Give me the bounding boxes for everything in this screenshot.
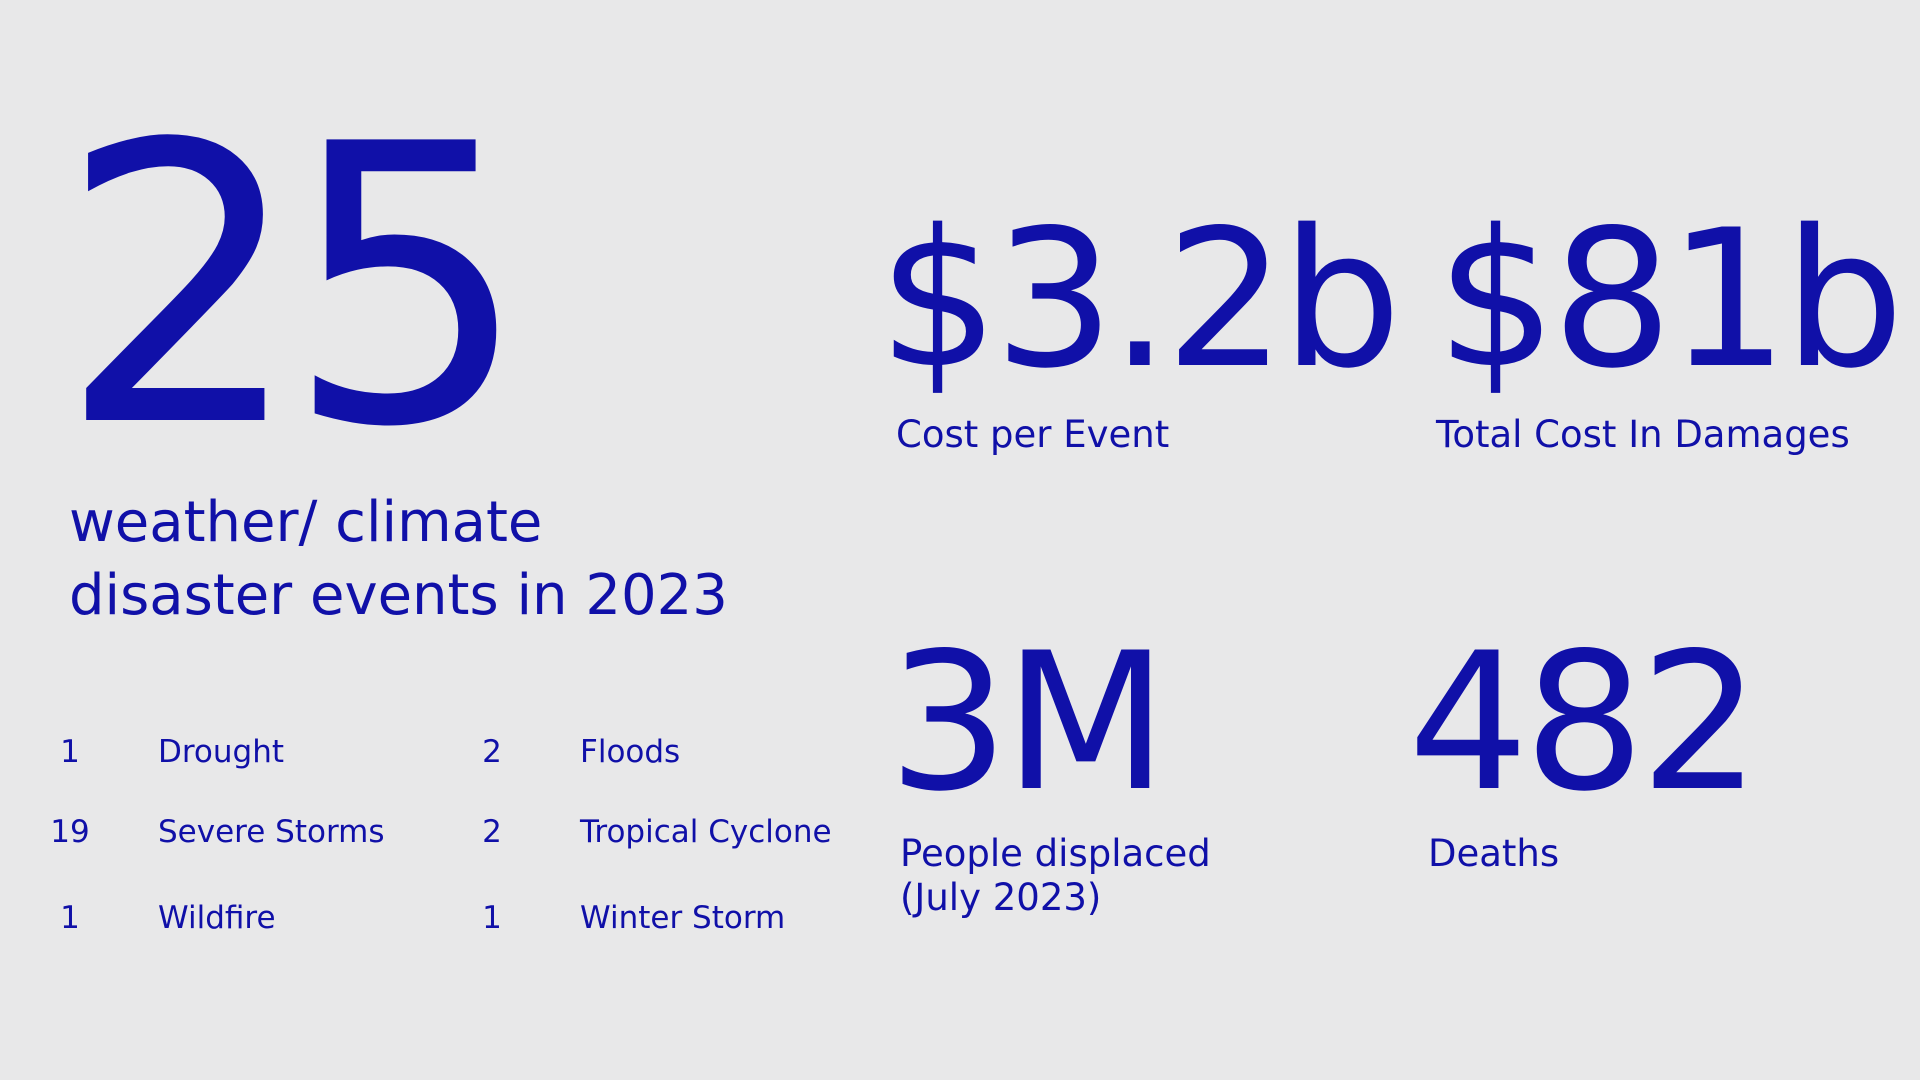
breakdown-count: 2 (482, 734, 502, 770)
breakdown-label: Drought (158, 734, 285, 770)
total-events-number: 25 (58, 63, 530, 511)
breakdown-label: Winter Storm (580, 900, 786, 936)
breakdown-count: 1 (60, 900, 80, 936)
caption-line-2: disaster events in 2023 (69, 563, 728, 628)
infographic-slide: 25 weather/ climate disaster events in 2… (0, 0, 1920, 1080)
stat-label-line-1: People displaced (900, 832, 1211, 875)
breakdown-label: Tropical Cyclone (580, 814, 832, 850)
stat-total-cost: $81b Total Cost In Damages (1436, 189, 1904, 457)
breakdown-label: Wildfire (158, 900, 276, 936)
breakdown-count: 19 (50, 814, 90, 850)
breakdown-label: Severe Storms (158, 814, 385, 850)
stat-value: 3M (888, 612, 1168, 833)
stat-deaths: 482 Deaths (1408, 612, 1761, 876)
breakdown-count: 1 (482, 900, 502, 936)
breakdown-label: Floods (580, 734, 681, 770)
stat-value: 482 (1408, 612, 1761, 833)
stat-cost-per-event: $3.2b Cost per Event (878, 189, 1402, 457)
stat-label: Total Cost In Damages (1436, 413, 1850, 456)
stat-people-displaced: 3M People displaced (July 2023) (888, 628, 1211, 920)
event-type-breakdown: 1 Drought 19 Severe Storms 1 Wildfire 2 … (48, 728, 868, 948)
stat-value: $81b (1436, 189, 1904, 410)
caption-line-1: weather/ climate (69, 490, 543, 555)
breakdown-count: 2 (482, 814, 502, 850)
stat-label: Cost per Event (896, 413, 1170, 456)
stat-label-line-2: (July 2023) (900, 876, 1102, 919)
stat-value: $3.2b (878, 189, 1402, 410)
stat-label: Deaths (1428, 832, 1560, 875)
total-events-caption: weather/ climate disaster events in 2023 (69, 486, 829, 632)
stat-label: People displaced (July 2023) (888, 832, 1211, 920)
breakdown-count: 1 (60, 734, 80, 770)
